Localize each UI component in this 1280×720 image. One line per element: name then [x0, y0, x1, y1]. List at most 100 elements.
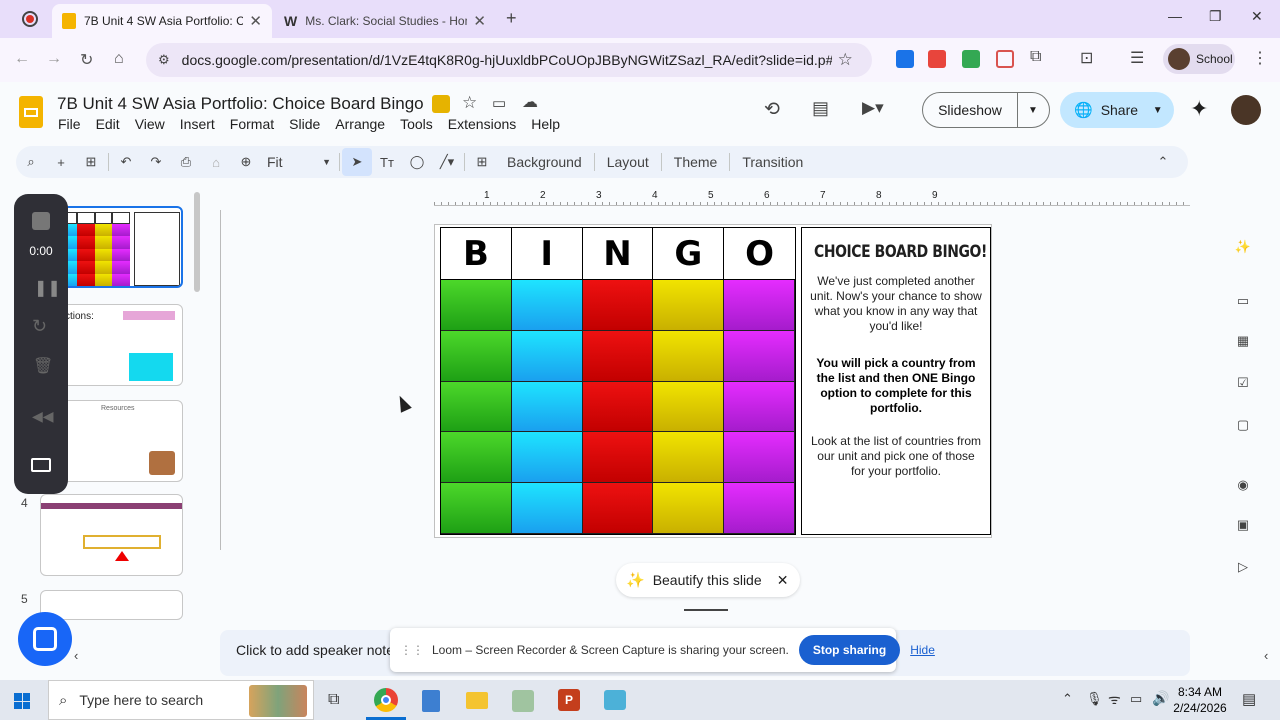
notes-resize-handle[interactable] [684, 609, 728, 611]
site-info-icon[interactable]: ⚙ [158, 52, 170, 68]
close-tab-icon[interactable]: ✕ [473, 12, 486, 30]
print-icon[interactable]: ⎙ [171, 148, 201, 176]
bingo-cell[interactable] [724, 432, 795, 484]
video-icon[interactable]: ▣ [1226, 508, 1260, 542]
search-menus-icon[interactable]: ⌕ [16, 148, 46, 176]
notes-expand-icon[interactable]: ‹ [1264, 648, 1268, 663]
stop-sharing-button[interactable]: Stop sharing [798, 635, 901, 665]
profile-button[interactable]: School [1163, 44, 1235, 74]
drag-handle-icon[interactable]: ⋮⋮ [400, 643, 424, 657]
beautify-chip[interactable]: ✨ Beautify this slide ✕ [616, 563, 800, 597]
camera-icon[interactable] [31, 458, 51, 472]
select-cursor-icon[interactable]: ➤ [342, 148, 372, 176]
cloud-status-icon[interactable]: ☁ [522, 92, 538, 112]
bingo-cell[interactable] [653, 483, 725, 534]
close-icon[interactable]: ✕ [777, 572, 789, 589]
extension-icon[interactable] [896, 50, 914, 68]
address-bar[interactable]: ⚙ docs.google.com/presentation/d/1VzE4tq… [146, 43, 872, 77]
app-taskbar-icon[interactable] [604, 690, 626, 710]
maximize-icon[interactable]: ❐ [1209, 8, 1222, 25]
slides-logo-icon[interactable] [19, 96, 43, 128]
microphone-icon[interactable]: 🎙 [1086, 691, 1103, 707]
filmstrip-scrollbar[interactable] [194, 192, 200, 292]
menu-extensions[interactable]: Extensions [448, 116, 516, 132]
bingo-cell[interactable] [511, 483, 583, 534]
menu-help[interactable]: Help [531, 116, 560, 132]
share-button[interactable]: 🌐 Share ▼ [1060, 92, 1174, 128]
bingo-cell[interactable] [582, 280, 654, 331]
account-avatar[interactable] [1231, 95, 1261, 125]
file-explorer-icon[interactable] [466, 692, 488, 709]
tasks-icon[interactable]: ☑ [1226, 366, 1260, 400]
bingo-cell[interactable] [511, 432, 583, 484]
tab-social-studies[interactable]: W Ms. Clark: Social Studies - Hom ✕ [274, 4, 496, 38]
bingo-cell[interactable] [582, 483, 654, 534]
bingo-cell[interactable] [441, 381, 512, 433]
instructions-box[interactable]: CHOICE BOARD BINGO! We've just completed… [801, 227, 991, 535]
bingo-cell[interactable] [724, 483, 795, 534]
zoom-select[interactable]: Fit ▼ [261, 154, 331, 170]
windows-start-icon[interactable] [14, 693, 30, 709]
document-title[interactable]: 7B Unit 4 SW Asia Portfolio: Choice Boar… [57, 94, 424, 114]
close-window-icon[interactable]: ✕ [1251, 8, 1263, 25]
bingo-cell[interactable] [441, 483, 512, 534]
stop-recording-icon[interactable] [32, 212, 50, 230]
menu-slide[interactable]: Slide [289, 116, 320, 132]
screen-icon[interactable]: ▷ [1226, 550, 1260, 584]
history-icon[interactable]: ⟲ [764, 98, 780, 121]
text-box-icon[interactable]: Tт [372, 148, 402, 176]
tray-overflow-icon[interactable]: ⌃ [1062, 691, 1073, 707]
menu-file[interactable]: File [58, 116, 81, 132]
search-tabs-icon[interactable]: ⊡ [1080, 48, 1093, 68]
menu-insert[interactable]: Insert [180, 116, 215, 132]
wifi-icon[interactable]: ᯤ [1108, 690, 1121, 709]
gemini-icon[interactable]: ✦ [1190, 96, 1208, 122]
delete-icon[interactable]: 🗑 [33, 356, 53, 376]
background-button[interactable]: Background [497, 154, 592, 170]
hide-link[interactable]: Hide [910, 643, 935, 657]
redo-icon[interactable]: ↷ [141, 148, 171, 176]
tab-slides[interactable]: 7B Unit 4 SW Asia Portfolio: Ch ✕ [52, 4, 272, 38]
move-folder-icon[interactable]: ▭ [492, 94, 506, 112]
record-icon[interactable] [22, 11, 38, 27]
rewind-icon[interactable]: ◀◀ [32, 408, 54, 425]
minimize-icon[interactable]: — [1168, 8, 1182, 24]
layout-button[interactable]: Layout [597, 154, 659, 170]
theme-button[interactable]: Theme [664, 154, 728, 170]
network-icon[interactable]: ▭ [1130, 691, 1142, 707]
loom-logo-button[interactable] [18, 612, 72, 666]
shape-icon[interactable]: ◯ [402, 148, 432, 176]
restart-icon[interactable]: ↻ [32, 316, 47, 337]
menu-edit[interactable]: Edit [96, 116, 120, 132]
line-icon[interactable]: ╱▾ [432, 148, 462, 176]
menu-arrange[interactable]: Arrange [335, 116, 385, 132]
reload-icon[interactable]: ↻ [80, 50, 93, 70]
star-icon[interactable]: ☆ [462, 93, 477, 113]
new-tab-icon[interactable]: + [506, 8, 517, 29]
bingo-cell[interactable] [724, 330, 795, 382]
meet-icon[interactable]: ▶▾ [862, 98, 884, 118]
bingo-cell[interactable] [441, 330, 512, 382]
bingo-cell[interactable] [653, 381, 725, 433]
new-slide-icon[interactable]: + [46, 148, 76, 176]
slideshow-button[interactable]: Slideshow ▼ [922, 92, 1050, 128]
chevron-down-icon[interactable]: ▼ [1153, 105, 1163, 116]
powerpoint-taskbar-icon[interactable]: P [558, 689, 580, 711]
extension-icon[interactable] [928, 50, 946, 68]
extensions-puzzle-icon[interactable]: ⧉ [1030, 48, 1041, 66]
new-slide-layout-icon[interactable]: ⊞ [76, 148, 106, 176]
filmstrip-collapse-icon[interactable]: ‹ [74, 648, 78, 663]
bingo-cell[interactable] [511, 381, 583, 433]
bingo-cell[interactable] [653, 280, 725, 331]
snipping-tool-icon[interactable] [512, 690, 534, 712]
bingo-cell[interactable] [511, 280, 583, 331]
chevron-down-icon[interactable]: ▼ [1028, 105, 1038, 116]
back-icon[interactable]: ← [14, 50, 30, 68]
bingo-cell[interactable] [724, 280, 795, 331]
bingo-cell[interactable] [441, 280, 512, 331]
keep-icon[interactable]: ▭ [1226, 284, 1260, 318]
zoom-icon[interactable]: ⊕ [231, 148, 261, 176]
home-icon[interactable]: ⌂ [114, 50, 124, 68]
chrome-menu-icon[interactable]: ⋮ [1252, 48, 1268, 68]
forward-icon[interactable]: → [46, 50, 62, 68]
